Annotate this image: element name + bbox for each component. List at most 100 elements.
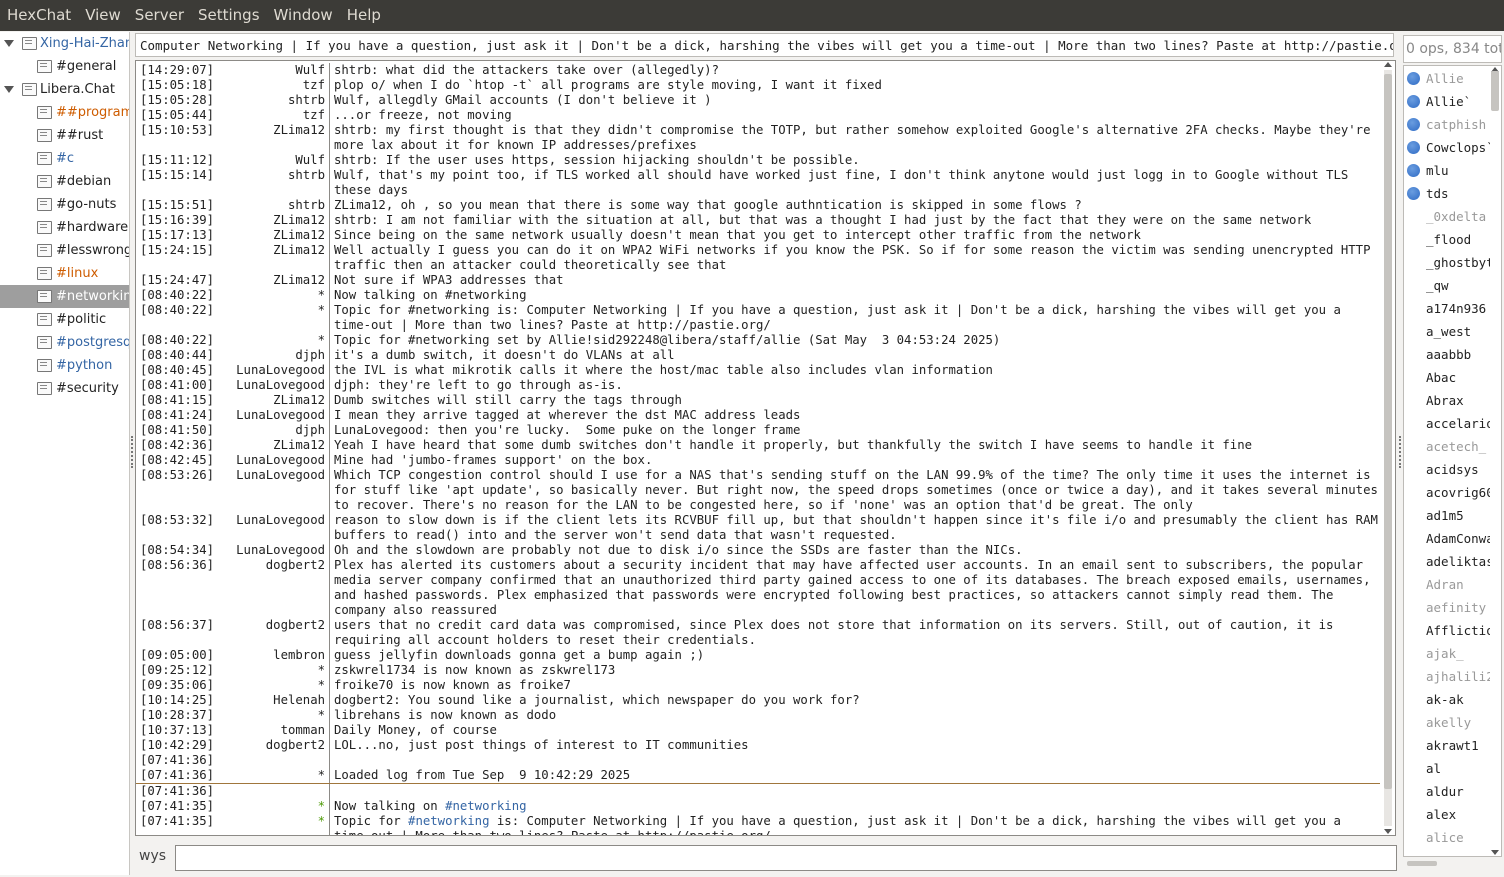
user-item[interactable]: aldur [1404,780,1490,803]
user-item[interactable]: adeliktas [1404,550,1490,573]
nick[interactable]: ZLima12 [212,393,330,408]
tree-channel[interactable]: #networking [0,285,129,308]
tree-channel[interactable]: #hardware [0,216,129,239]
user-item[interactable]: ajak_ [1404,642,1490,665]
nick[interactable]: * [212,708,330,723]
nick[interactable]: Wulf [212,63,330,78]
user-item[interactable]: acovrig60 [1404,481,1490,504]
tree-channel[interactable]: #c [0,147,129,170]
menu-view[interactable]: View [78,0,128,31]
user-item[interactable]: Allie` [1404,90,1490,113]
user-item[interactable]: alex [1404,803,1490,826]
nick[interactable]: tzf [212,78,330,93]
message-input[interactable] [175,845,1397,871]
nick[interactable] [212,753,330,768]
nick[interactable]: tomman [212,723,330,738]
user-item[interactable]: akelly [1404,711,1490,734]
nick[interactable]: shtrb [212,93,330,108]
user-scroll-down-icon[interactable] [1491,850,1499,855]
nick[interactable]: LunaLovegood [212,363,330,378]
tree-channel[interactable]: #security [0,377,129,400]
nick[interactable]: shtrb [212,168,330,198]
user-item[interactable]: _qw [1404,274,1490,297]
chat-log[interactable]: [14:29:07] Wulf shtrb: what did the attack… [135,60,1396,836]
user-hscroll-thumb[interactable] [1407,861,1437,866]
nick[interactable]: * [212,303,330,333]
menu-help[interactable]: Help [340,0,388,31]
user-item[interactable]: a_west [1404,320,1490,343]
user-item[interactable]: AdamConway [1404,527,1490,550]
user-item[interactable]: al [1404,757,1490,780]
user-item[interactable]: Allie [1404,67,1490,90]
nick[interactable]: lembron [212,648,330,663]
nick[interactable]: * [212,799,330,814]
tree-channel[interactable]: ##programming [0,101,129,124]
nick[interactable]: LunaLovegood [212,513,330,543]
user-item[interactable]: Cowclops` [1404,136,1490,159]
tree-channel[interactable]: ##rust [0,124,129,147]
user-list-scrollbar[interactable] [1488,65,1502,857]
tree-channel[interactable]: #postgresql [0,331,129,354]
scroll-up-icon[interactable] [1384,62,1392,67]
nick[interactable]: LunaLovegood [212,408,330,423]
user-item[interactable]: Abrax [1404,389,1490,412]
user-item[interactable]: Afflictio [1404,619,1490,642]
chat-scrollbar[interactable] [1381,60,1395,836]
nick[interactable]: dogbert2 [212,618,330,648]
tree-channel[interactable]: #python [0,354,129,377]
user-item[interactable]: tds [1404,182,1490,205]
user-item[interactable]: acidsys [1404,458,1490,481]
user-item[interactable]: _ghostbyte [1404,251,1490,274]
tree-channel[interactable]: #lesswrong [0,239,129,262]
nick[interactable]: djph [212,348,330,363]
user-item[interactable]: catphish [1404,113,1490,136]
user-item[interactable]: mlu [1404,159,1490,182]
tree-channel[interactable]: #general [0,55,129,78]
topic-bar[interactable]: Computer Networking | If you have a ques… [135,33,1394,57]
user-item[interactable]: aefinity [1404,596,1490,619]
nick[interactable]: dogbert2 [212,558,330,618]
user-item[interactable]: Abac [1404,366,1490,389]
nick[interactable]: * [212,288,330,303]
scroll-down-icon[interactable] [1384,829,1392,834]
tree-channel[interactable]: #debian [0,170,129,193]
user-item[interactable]: aaabbb [1404,343,1490,366]
user-item[interactable]: _flood [1404,228,1490,251]
expander-icon[interactable] [4,40,14,47]
channel-link[interactable]: #networking [408,814,489,828]
nick[interactable]: ZLima12 [212,438,330,453]
nick[interactable]: LunaLovegood [212,468,330,513]
nick[interactable]: LunaLovegood [212,378,330,393]
user-item[interactable]: ad1m5 [1404,504,1490,527]
expander-icon[interactable] [4,86,14,93]
user-item[interactable]: _0xdelta [1404,205,1490,228]
nick[interactable]: ZLima12 [212,228,330,243]
menu-settings[interactable]: Settings [191,0,267,31]
nick[interactable]: * [212,678,330,693]
nick[interactable]: ZLima12 [212,243,330,273]
user-item[interactable]: acetech_ [1404,435,1490,458]
nick[interactable] [212,784,330,799]
nick-button[interactable]: wys [139,848,166,864]
nick[interactable]: LunaLovegood [212,543,330,558]
user-item[interactable]: alice [1404,826,1490,849]
nick[interactable]: djph [212,423,330,438]
tree-server[interactable]: Libera.Chat [0,78,129,101]
nick[interactable]: ZLima12 [212,123,330,153]
nick[interactable]: Helenah [212,693,330,708]
user-item[interactable]: accelario [1404,412,1490,435]
user-item[interactable]: a174n936 [1404,297,1490,320]
nick[interactable]: * [212,333,330,348]
nick[interactable]: dogbert2 [212,738,330,753]
channel-link[interactable]: #networking [445,799,526,813]
tree-channel[interactable]: #linux [0,262,129,285]
tree-pane-grip[interactable] [131,436,135,468]
nick[interactable]: * [212,663,330,678]
nick[interactable]: * [212,768,330,783]
menu-server[interactable]: Server [128,0,191,31]
tree-server[interactable]: Xing-Hai-Zhang [0,32,129,55]
nick[interactable]: ZLima12 [212,273,330,288]
nick[interactable]: LunaLovegood [212,453,330,468]
nick[interactable]: Wulf [212,153,330,168]
nick[interactable]: shtrb [212,198,330,213]
